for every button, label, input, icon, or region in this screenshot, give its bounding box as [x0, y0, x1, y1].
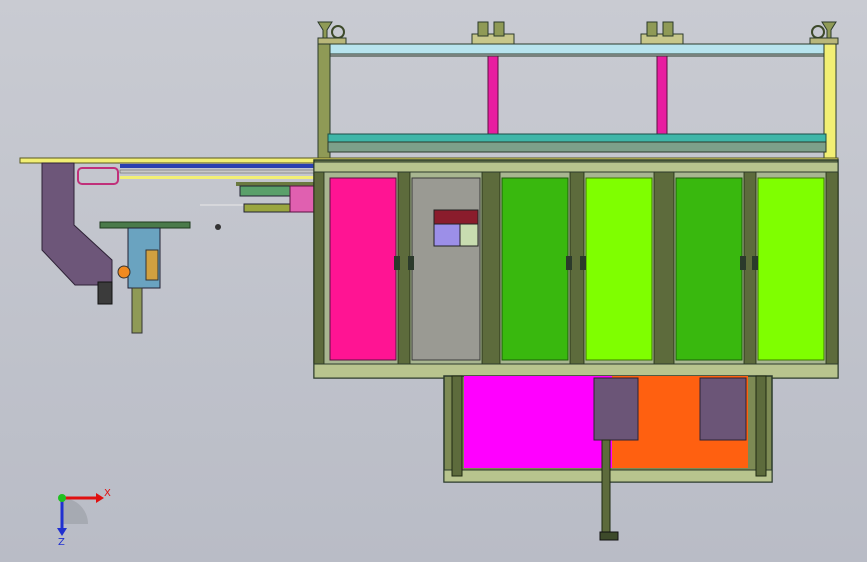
motor-block-left: [593, 377, 639, 441]
panel-green-2: [675, 177, 743, 361]
panel-lime-1: [585, 177, 653, 361]
leveling-feet-top: [317, 21, 839, 45]
panel-lime-2: [757, 177, 825, 361]
cad-viewport[interactable]: X Z: [0, 0, 867, 562]
triad-x-label: X: [104, 488, 111, 499]
panel-bottom-magenta: [464, 376, 612, 468]
panel-magenta: [329, 177, 397, 361]
gripper-assembly: [239, 185, 317, 213]
triad-z-label: Z: [58, 537, 65, 548]
panel-grey: [411, 177, 481, 361]
assembly-drawing: X Z: [19, 21, 839, 548]
upper-frame: [317, 43, 837, 159]
leveling-foot-icon: [809, 21, 839, 45]
panel-green-1: [501, 177, 569, 361]
coordinate-triad-icon: X Z: [57, 488, 111, 548]
lower-cabinet: [443, 375, 773, 541]
pick-and-place-arm: [41, 162, 221, 334]
leveling-foot-icon: [640, 21, 684, 45]
leveling-foot-icon: [317, 21, 347, 45]
motor-block-right: [699, 377, 747, 441]
leveling-foot-icon: [471, 21, 515, 45]
main-cabinet: [313, 159, 839, 379]
